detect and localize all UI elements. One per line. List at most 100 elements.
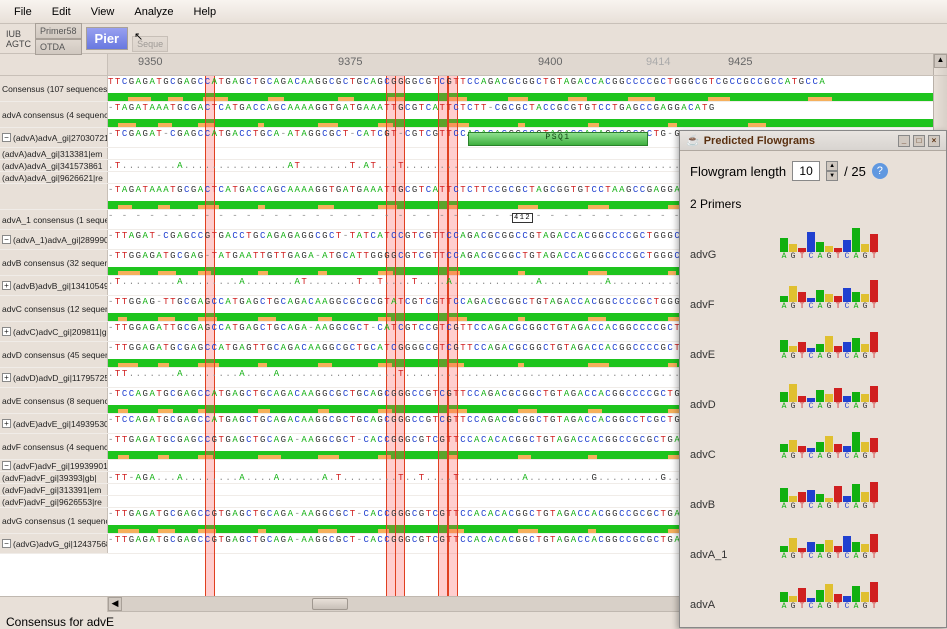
primer-name: advA: [690, 599, 780, 611]
flowgram-bar: G: [861, 442, 869, 461]
expand-toggle[interactable]: −: [2, 461, 11, 470]
track-label[interactable]: −(advF)advF_gi|199399012: [0, 460, 108, 471]
flowgram-bar: G: [825, 336, 833, 361]
primer-flowgram: AGTCAGTCAGT: [780, 432, 878, 461]
flowgram-bar: A: [816, 390, 824, 411]
menu-edit[interactable]: Edit: [42, 2, 81, 22]
primer-row: advA_1 AGTCAGTCAGT: [690, 517, 936, 561]
consensus-seq[interactable]: TTCGAGATGCGAGCCATGAGCTGCAGACAAGGCGCTGCAG…: [108, 76, 933, 101]
flowgram-bar: C: [843, 496, 851, 511]
flowgram-bar: A: [780, 296, 788, 311]
track-label[interactable]: +(advB)advB_gi|134105495: [0, 276, 108, 295]
track-label[interactable]: +(advE)advE_gi|149395306: [0, 414, 108, 433]
expand-toggle[interactable]: −: [2, 539, 11, 548]
flowgram-bar: A: [852, 338, 860, 361]
track-label[interactable]: −(advA_1)advA_gi|2899909: [0, 230, 108, 249]
track-label[interactable]: advA_1 consensus (1 sequen: [0, 210, 108, 229]
ruler[interactable]: 9350 9375 9400 9414 9425: [108, 54, 933, 75]
scroll-left-icon[interactable]: ◀: [108, 597, 122, 611]
flowgram-length-input[interactable]: [792, 161, 820, 181]
ruler-tick: 9375: [338, 56, 362, 68]
primer-flowgram: AGTCAGTCAGT: [780, 482, 878, 511]
scroll-up-icon[interactable]: ▲: [934, 54, 947, 68]
primer-name: advC: [690, 449, 780, 461]
primer-name: advG: [690, 249, 780, 261]
toolbar-primer58-button[interactable]: Primer58: [35, 23, 82, 39]
flowgram-bar: G: [861, 544, 869, 561]
toolbar-otda-button[interactable]: OTDA: [35, 39, 82, 55]
flowgram-bar: C: [807, 348, 815, 361]
cursor-icon: ↖: [134, 30, 143, 43]
track-label[interactable]: +(advD)advD_gi|117957257: [0, 368, 108, 387]
flowgram-bar: T: [834, 546, 842, 561]
primer-annotation[interactable]: PSQ1: [468, 132, 648, 146]
expand-toggle[interactable]: −: [2, 133, 11, 142]
scroll-thumb[interactable]: [312, 598, 348, 610]
track-label[interactable]: [0, 184, 108, 209]
flowgram-bar: G: [789, 496, 797, 511]
track-label[interactable]: (advA)advA_gi|9626621|re: [0, 172, 108, 183]
flowgram-title: Predicted Flowgrams: [704, 135, 815, 147]
expand-toggle[interactable]: +: [2, 281, 11, 290]
menu-analyze[interactable]: Analyze: [124, 2, 183, 22]
vertical-scrollbar[interactable]: ▲: [933, 54, 947, 75]
flowgram-bar: C: [807, 542, 815, 561]
spin-down-icon[interactable]: ▼: [826, 171, 838, 181]
flowgram-bar: C: [807, 598, 815, 611]
flowgram-window[interactable]: ☕ Predicted Flowgrams _ □ × Flowgram len…: [679, 130, 947, 628]
flowgram-bar: G: [861, 394, 869, 411]
track-label[interactable]: +(advC)advC_gi|209811|gb: [0, 322, 108, 341]
minimize-button[interactable]: _: [898, 135, 910, 147]
track-label[interactable]: advC consensus (12 sequenc: [0, 296, 108, 321]
expand-toggle[interactable]: +: [2, 327, 11, 336]
flowgram-bar: G: [825, 294, 833, 311]
flowgram-bar: T: [870, 438, 878, 461]
flowgram-titlebar[interactable]: ☕ Predicted Flowgrams _ □ ×: [680, 131, 946, 151]
expand-toggle[interactable]: +: [2, 373, 11, 382]
menu-view[interactable]: View: [81, 2, 125, 22]
track-label[interactable]: −(advA)advA_gi|270307218: [0, 128, 108, 147]
flowgram-bar: G: [825, 540, 833, 561]
expand-toggle[interactable]: −: [2, 235, 11, 244]
track-label[interactable]: advF consensus (4 sequence: [0, 434, 108, 459]
close-button[interactable]: ×: [928, 135, 940, 147]
flowgram-bar: T: [834, 248, 842, 261]
spin-up-icon[interactable]: ▲: [826, 161, 838, 171]
expand-toggle[interactable]: +: [2, 419, 11, 428]
flowgram-bar: A: [852, 484, 860, 511]
toolbar-pier-button[interactable]: Pier: [86, 27, 129, 50]
track-label[interactable]: advD consensus (45 sequenc: [0, 342, 108, 367]
flowgram-bar: C: [807, 490, 815, 511]
track-label[interactable]: (advF)advF_gi|39393|gb|: [0, 472, 108, 483]
position-marker: 412: [512, 213, 533, 223]
track-label[interactable]: advB consensus (32 sequenc: [0, 250, 108, 275]
flowgram-bar: T: [870, 534, 878, 561]
toolbar-iub-label: IUB: [6, 29, 31, 39]
flowgram-bar: T: [798, 446, 806, 461]
track-label[interactable]: advE consensus (8 sequence: [0, 388, 108, 413]
track-label[interactable]: advG consensus (1 sequence: [0, 508, 108, 533]
primer-row: advF AGTCAGTCAGT: [690, 267, 936, 311]
menu-file[interactable]: File: [4, 2, 42, 22]
track-label[interactable]: advA consensus (4 sequence: [0, 102, 108, 127]
flowgram-bar: G: [861, 592, 869, 611]
flowgram-bar: A: [816, 242, 824, 261]
primer-row: advG AGTCAGTCAGT: [690, 217, 936, 261]
menubar: File Edit View Analyze Help: [0, 0, 947, 24]
flowgram-bar: T: [834, 388, 842, 411]
track-label[interactable]: (advF)advF_gi|313391|em: [0, 484, 108, 495]
track-label[interactable]: (advA)advA_gi|313381|em: [0, 148, 108, 159]
flowgram-bar: G: [861, 492, 869, 511]
flowgram-bar: G: [861, 344, 869, 361]
flowgram-bar: A: [852, 228, 860, 261]
track-label[interactable]: (advA)advA_gi|341573861: [0, 160, 108, 171]
track-label[interactable]: (advF)advF_gi|9626553|re: [0, 496, 108, 507]
help-icon[interactable]: ?: [872, 163, 888, 179]
maximize-button[interactable]: □: [913, 135, 925, 147]
track-seq[interactable]: -TAGATAAATGCGACTCATGACCAGCAAAAGGTGATGAAA…: [108, 102, 933, 127]
track-label[interactable]: −(advG)advG_gi|124375682: [0, 534, 108, 553]
flowgram-bar: T: [798, 342, 806, 361]
flowgram-bar: T: [870, 332, 878, 361]
menu-help[interactable]: Help: [184, 2, 227, 22]
primer-name: advD: [690, 399, 780, 411]
